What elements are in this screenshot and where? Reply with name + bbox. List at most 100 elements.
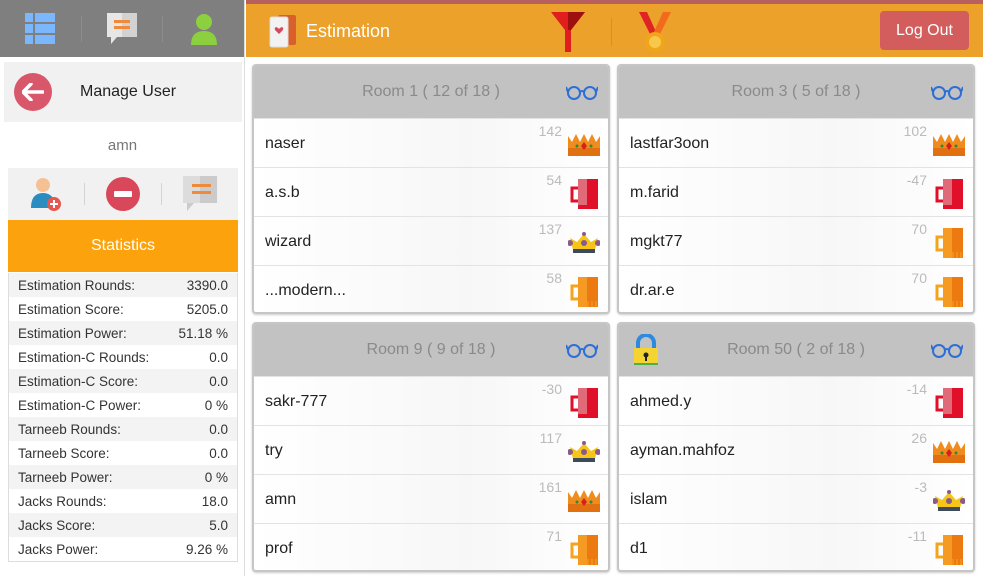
player-score: 71 <box>546 528 562 544</box>
player-score: 137 <box>538 221 562 237</box>
player-row[interactable]: a.s.b 54 <box>254 167 608 216</box>
manage-user-bar: Manage User <box>4 62 242 122</box>
stat-label: Jacks Power: <box>18 541 99 557</box>
player-name: ...modern... <box>265 282 346 299</box>
block-user-button[interactable] <box>85 177 161 211</box>
stat-row: Estimation-C Power: 0 % <box>9 393 237 417</box>
stat-row: Estimation Power: 51.18 % <box>9 321 237 345</box>
player-row[interactable]: lastfar3oon 102 <box>619 118 973 167</box>
gold-crown-icon <box>567 437 601 467</box>
player-row[interactable]: dr.ar.e 70 <box>619 265 973 312</box>
orange-mug-icon <box>933 277 965 307</box>
stat-label: Jacks Score: <box>18 517 96 533</box>
orange-mug-icon <box>568 277 600 307</box>
player-name: naser <box>265 135 306 152</box>
stat-value: 9.26 % <box>185 541 228 557</box>
player-name: a.s.b <box>265 184 300 201</box>
stat-row: Estimation-C Rounds: 0.0 <box>9 345 237 369</box>
room-card: Room 3 ( 5 of 18 ) lastfar3oon 102 m.far… <box>617 64 975 314</box>
player-row[interactable]: prof 71 <box>254 523 608 570</box>
chat-button[interactable] <box>82 0 163 57</box>
player-row[interactable]: ahmed.y -14 <box>619 376 973 425</box>
menu-list-button[interactable] <box>0 0 81 57</box>
stat-row: Tarneeb Rounds: 0.0 <box>9 417 237 441</box>
player-score: -47 <box>906 172 927 188</box>
player-row[interactable]: naser 142 <box>254 118 608 167</box>
room-title: Room 50 ( 2 of 18 ) <box>727 341 865 358</box>
player-score: 117 <box>539 430 562 446</box>
spectate-glasses-icon[interactable] <box>565 342 599 363</box>
player-name: wizard <box>265 233 312 250</box>
red-mug-icon <box>933 388 965 418</box>
player-row[interactable]: m.farid -47 <box>619 167 973 216</box>
player-row[interactable]: wizard 137 <box>254 216 608 265</box>
orange-crown-icon <box>933 130 965 160</box>
stat-value: 0.0 <box>209 349 228 365</box>
stat-label: Tarneeb Power: <box>18 469 113 485</box>
room-header[interactable]: Room 50 ( 2 of 18 ) <box>619 324 973 376</box>
stat-label: Estimation Score: <box>18 301 124 317</box>
player-row[interactable]: ...modern... 58 <box>254 265 608 312</box>
stat-label: Tarneeb Score: <box>18 445 110 461</box>
room-card: Room 9 ( 9 of 18 ) sakr-777 -30 try 117 … <box>252 322 610 572</box>
player-name: islam <box>630 491 668 508</box>
player-score: 70 <box>911 221 927 237</box>
statistics-header: Statistics <box>8 220 238 272</box>
room-header[interactable]: Room 1 ( 12 of 18 ) <box>254 66 608 118</box>
red-mug-icon <box>568 179 600 209</box>
user-icon <box>190 13 217 45</box>
sidebar: Manage User amn Statistics Estimation Ro… <box>0 0 245 576</box>
profile-button[interactable] <box>163 0 244 57</box>
logout-button[interactable]: Log Out <box>880 11 969 50</box>
player-name: try <box>265 442 283 459</box>
orange-mug-icon <box>568 535 600 565</box>
player-score: -30 <box>541 381 562 397</box>
app: Manage User amn Statistics Estimation Ro… <box>0 0 983 576</box>
room-title: Room 3 ( 5 of 18 ) <box>731 83 861 100</box>
room-card: Room 50 ( 2 of 18 ) ahmed.y -14 ayman.ma… <box>617 322 975 572</box>
stat-value: 5205.0 <box>186 301 228 317</box>
player-name: dr.ar.e <box>630 282 675 299</box>
player-row[interactable]: mgkt77 70 <box>619 216 973 265</box>
player-row[interactable]: islam -3 <box>619 474 973 523</box>
manage-user-title: Manage User <box>80 83 177 100</box>
list-icon <box>25 12 56 44</box>
filter-button[interactable] <box>551 12 585 57</box>
stat-row: Tarneeb Score: 0.0 <box>9 441 237 465</box>
room-title: Room 9 ( 9 of 18 ) <box>366 341 496 358</box>
player-row[interactable]: try 117 <box>254 425 608 474</box>
gold-crown-icon <box>932 486 966 516</box>
back-button[interactable] <box>14 73 52 111</box>
spectate-glasses-icon[interactable] <box>565 84 599 105</box>
spectate-glasses-icon[interactable] <box>930 342 964 363</box>
room-header[interactable]: Room 9 ( 9 of 18 ) <box>254 324 608 376</box>
player-name: ayman.mahfoz <box>630 442 735 459</box>
player-row[interactable]: amn 161 <box>254 474 608 523</box>
orange-mug-icon <box>933 535 965 565</box>
stat-label: Tarneeb Rounds: <box>18 421 121 437</box>
sidebar-toolbar <box>0 0 244 57</box>
player-row[interactable]: ayman.mahfoz 26 <box>619 425 973 474</box>
stat-row: Jacks Score: 5.0 <box>9 513 237 537</box>
message-user-button[interactable] <box>162 176 238 212</box>
spectate-glasses-icon[interactable] <box>930 84 964 105</box>
player-score: 26 <box>911 430 927 446</box>
stat-row: Jacks Power: 9.26 % <box>9 537 237 561</box>
gold-crown-icon <box>567 228 601 258</box>
stat-value: 5.0 <box>209 517 228 533</box>
orange-crown-icon <box>568 130 600 160</box>
player-score: 70 <box>911 270 927 286</box>
player-score: 142 <box>538 123 562 139</box>
stat-value: 18.0 <box>201 493 228 509</box>
player-row[interactable]: sakr-777 -30 <box>254 376 608 425</box>
player-row[interactable]: d1 -11 <box>619 523 973 570</box>
add-friend-button[interactable] <box>8 176 84 212</box>
leaderboard-button[interactable] <box>639 12 671 59</box>
divider <box>611 18 612 46</box>
orange-crown-icon <box>933 437 965 467</box>
stat-row: Tarneeb Power: 0 % <box>9 465 237 489</box>
stat-label: Estimation-C Power: <box>18 397 142 413</box>
stat-value: 0 % <box>204 397 228 413</box>
room-header[interactable]: Room 3 ( 5 of 18 ) <box>619 66 973 118</box>
stat-row: Estimation Score: 5205.0 <box>9 297 237 321</box>
